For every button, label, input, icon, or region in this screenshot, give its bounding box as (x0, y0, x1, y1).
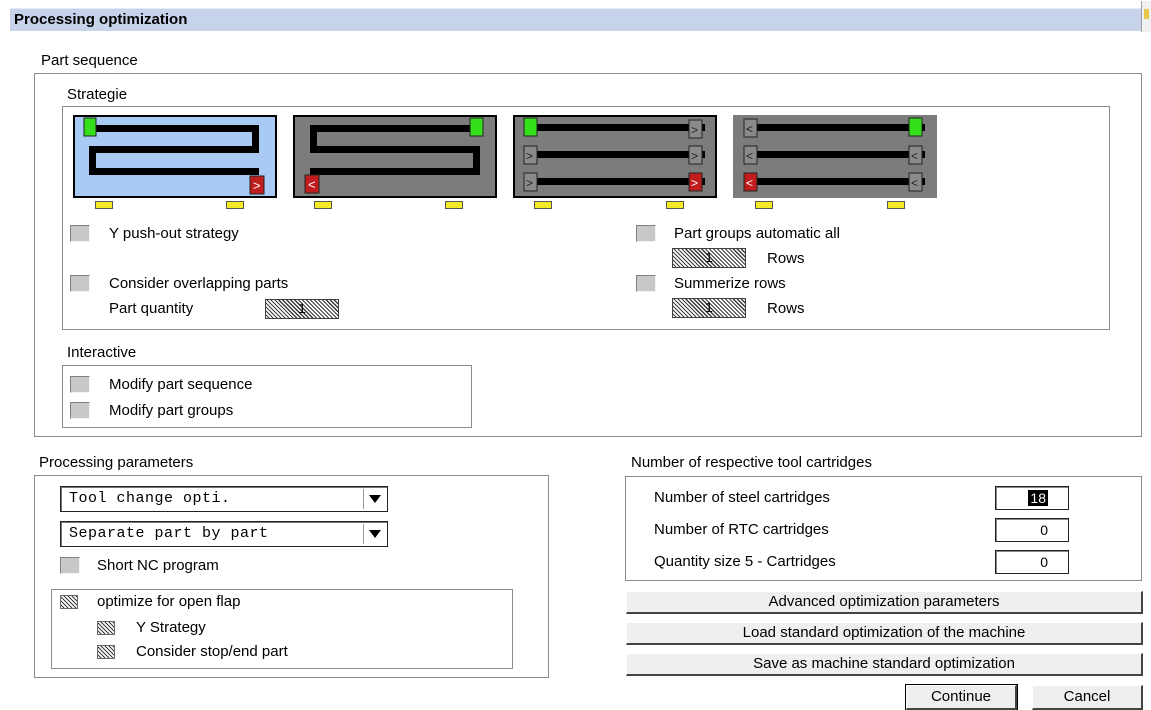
svg-text:<: < (308, 177, 316, 192)
svg-text:<: < (746, 149, 753, 163)
svg-text:<: < (746, 122, 753, 136)
tile3-foot-right (666, 201, 684, 209)
separate-part-dropdown[interactable]: Separate part by part (60, 521, 388, 547)
part-groups-rows-label: Rows (767, 250, 805, 267)
strategy-tile-rows-reverse[interactable]: < < < < < (733, 115, 937, 198)
summerize-rows-label: Summerize rows (674, 275, 786, 292)
cancel-button[interactable]: Cancel (1032, 685, 1143, 710)
size5-cartridges-label: Quantity size 5 - Cartridges (654, 553, 836, 570)
interactive-heading: Interactive (67, 344, 137, 361)
part-groups-rows-field[interactable]: 1 (672, 248, 746, 268)
tool-change-dropdown-value: Tool change opti. (69, 490, 231, 507)
steel-cartridges-label: Number of steel cartridges (654, 489, 830, 506)
short-nc-checkbox[interactable] (60, 557, 80, 574)
save-standard-button[interactable]: Save as machine standard optimization (626, 653, 1143, 676)
summerize-rows-field[interactable]: 1 (672, 298, 746, 318)
svg-text:>: > (526, 176, 533, 190)
modify-sequence-label: Modify part sequence (109, 376, 253, 393)
tile1-foot-right (226, 201, 244, 209)
chevron-down-icon[interactable] (363, 524, 385, 544)
svg-text:<: < (911, 176, 918, 190)
short-nc-label: Short NC program (97, 557, 219, 574)
processing-parameters-heading: Processing parameters (39, 454, 194, 471)
cartridges-heading: Number of respective tool cartridges (631, 454, 872, 471)
size5-cartridges-input[interactable]: 0 (995, 550, 1069, 574)
tile4-foot-right (887, 201, 905, 209)
continue-button[interactable]: Continue (905, 684, 1018, 710)
modify-groups-label: Modify part groups (109, 402, 234, 419)
svg-text:>: > (691, 123, 698, 137)
part-groups-auto-label: Part groups automatic all (674, 225, 840, 242)
part-quantity-label: Part quantity (109, 300, 194, 317)
strategy-tile-snake-reverse[interactable]: < (293, 115, 497, 198)
load-standard-button[interactable]: Load standard optimization of the machin… (626, 622, 1143, 645)
title-bar: Processing optimization (10, 1, 1151, 32)
part-groups-auto-checkbox[interactable] (636, 225, 656, 242)
consider-stop-checkbox[interactable] (97, 645, 115, 659)
consider-overlapping-checkbox[interactable] (70, 275, 90, 292)
window-title: Processing optimization (14, 11, 188, 28)
strategy-tile-rows-forward[interactable]: > > > > > (513, 115, 717, 198)
y-pushout-label: Y push-out strategy (109, 225, 239, 242)
summerize-rows-unit-label: Rows (767, 300, 805, 317)
svg-text:<: < (911, 149, 918, 163)
rtc-cartridges-input[interactable]: 0 (995, 518, 1069, 542)
optimize-open-flap-label: optimize for open flap (97, 593, 241, 610)
tile4-foot-left (755, 201, 773, 209)
svg-text:>: > (253, 178, 261, 193)
window-corner-handle[interactable] (1141, 1, 1151, 32)
steel-cartridges-input[interactable]: 18 (995, 486, 1069, 510)
tool-change-dropdown[interactable]: Tool change opti. (60, 486, 388, 512)
y-pushout-checkbox[interactable] (70, 225, 90, 242)
chevron-down-icon[interactable] (363, 489, 385, 509)
svg-text:>: > (526, 149, 533, 163)
svg-text:<: < (746, 176, 753, 190)
optimize-open-flap-checkbox[interactable] (60, 595, 78, 609)
part-sequence-heading: Part sequence (41, 52, 138, 69)
svg-text:>: > (691, 149, 698, 163)
part-quantity-field[interactable]: 1 (265, 299, 339, 319)
tile2-foot-right (445, 201, 463, 209)
summerize-rows-checkbox[interactable] (636, 275, 656, 292)
consider-stop-label: Consider stop/end part (136, 643, 288, 660)
rtc-cartridges-label: Number of RTC cartridges (654, 521, 829, 538)
tile3-foot-left (534, 201, 552, 209)
advanced-optimization-button[interactable]: Advanced optimization parameters (626, 591, 1143, 614)
tile1-foot-left (95, 201, 113, 209)
separate-part-dropdown-value: Separate part by part (69, 525, 269, 542)
strategy-tile-snake[interactable]: > (73, 115, 277, 198)
svg-text:>: > (691, 176, 698, 190)
modify-sequence-checkbox[interactable] (70, 376, 90, 393)
y-strategy-label: Y Strategy (136, 619, 206, 636)
tile2-foot-left (314, 201, 332, 209)
y-strategy-checkbox[interactable] (97, 621, 115, 635)
strategie-heading: Strategie (67, 86, 128, 103)
modify-groups-checkbox[interactable] (70, 402, 90, 419)
consider-overlapping-label: Consider overlapping parts (109, 275, 289, 292)
